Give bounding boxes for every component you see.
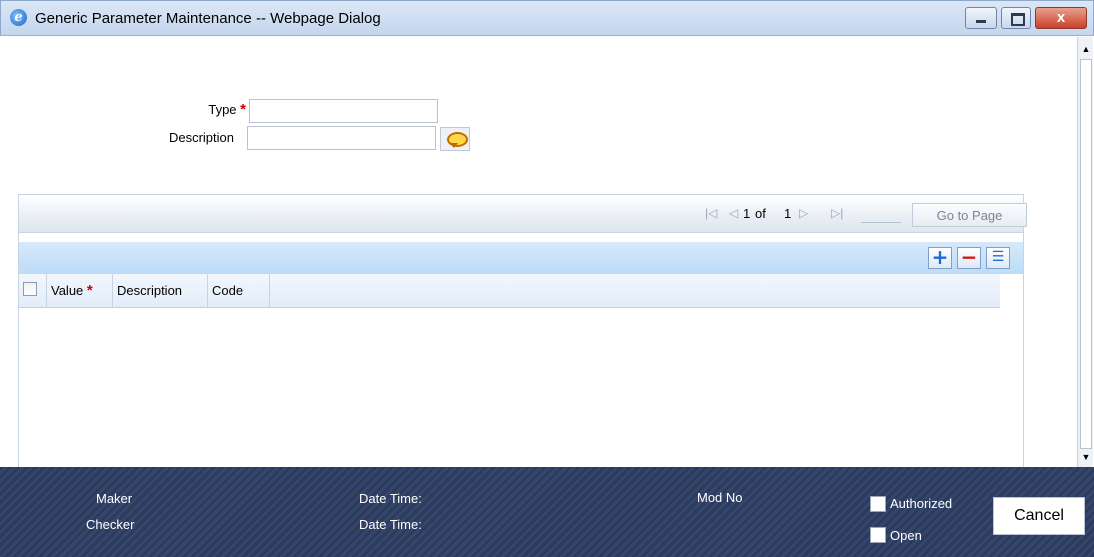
window-title: Generic Parameter Maintenance -- Webpage… (35, 10, 381, 27)
maker-date-time-label: Date Time: (359, 491, 422, 506)
title-bar: e Generic Parameter Maintenance -- Webpa… (0, 0, 1094, 36)
maker-label: Maker (96, 491, 133, 506)
checker-label: Checker (86, 517, 135, 532)
current-page: 1 (743, 206, 751, 221)
authorized-label: Authorized (890, 496, 953, 511)
column-value-label: Value (51, 283, 84, 298)
scroll-up-icon[interactable]: ▲ (1078, 41, 1094, 57)
grid-panel: |◁ ◁ 1 of 1 ▷ ▷| Go to Page + − ☰ Value … (18, 194, 1027, 470)
vertical-scrollbar[interactable]: ▲ ▼ (1077, 37, 1093, 467)
description-input[interactable] (247, 126, 436, 150)
open-label: Open (890, 528, 922, 543)
view-details-icon[interactable]: ☰ (986, 247, 1010, 269)
cancel-button[interactable]: Cancel (993, 497, 1085, 535)
pager: |◁ ◁ 1 of 1 ▷ ▷| Go to Page (19, 195, 1027, 233)
type-label: Type * (190, 101, 246, 118)
column-header-description[interactable]: Description (113, 274, 208, 308)
prev-page-icon[interactable]: ◁ (729, 206, 738, 220)
close-glyph: x (1056, 9, 1066, 26)
required-marker: * (86, 282, 93, 299)
scroll-thumb[interactable] (1080, 59, 1092, 449)
mod-no-label: Mod No (697, 490, 743, 505)
speech-bubble-icon[interactable] (440, 127, 470, 151)
of-text: of (755, 206, 766, 221)
type-label-text: Type (208, 102, 237, 117)
required-marker: * (240, 101, 246, 118)
select-all-cell (19, 274, 47, 308)
type-input[interactable] (249, 99, 438, 123)
last-page-icon[interactable]: ▷| (831, 206, 843, 220)
grid-toolbar: + − ☰ (19, 242, 1023, 274)
ie-icon: e (10, 9, 27, 26)
first-page-icon[interactable]: |◁ (705, 206, 717, 220)
grid-header: Value * Description Code (19, 274, 1000, 308)
add-row-icon[interactable]: + (928, 247, 952, 269)
maximize-icon[interactable] (1001, 7, 1031, 29)
select-all-checkbox[interactable] (23, 282, 37, 296)
total-pages: 1 (784, 206, 792, 221)
open-checkbox[interactable] (870, 527, 886, 543)
column-header-value[interactable]: Value * (47, 274, 113, 308)
delete-row-icon[interactable]: − (957, 247, 981, 269)
checker-date-time-label: Date Time: (359, 517, 422, 532)
next-page-icon[interactable]: ▷ (799, 206, 808, 220)
audit-footer (0, 467, 1094, 557)
page-number-input[interactable] (861, 205, 901, 223)
go-to-page-button[interactable]: Go to Page (912, 203, 1027, 227)
description-label: Description (168, 130, 234, 145)
column-header-code[interactable]: Code (208, 274, 270, 308)
minimize-icon[interactable] (965, 7, 997, 29)
close-icon[interactable]: x (1035, 7, 1087, 29)
authorized-checkbox[interactable] (870, 496, 886, 512)
scroll-down-icon[interactable]: ▼ (1078, 449, 1094, 465)
